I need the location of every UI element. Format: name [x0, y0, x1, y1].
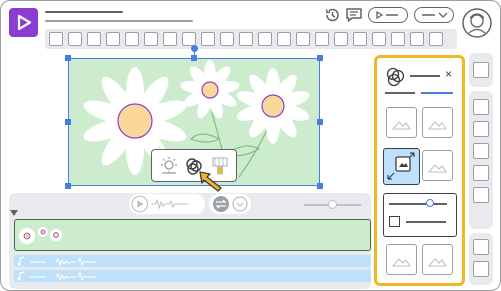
rail-button[interactable]: [473, 187, 489, 203]
resize-handle-top-right[interactable]: [317, 55, 323, 61]
tool-button[interactable]: [353, 32, 367, 46]
history-icon[interactable]: [323, 6, 341, 24]
rail-button[interactable]: [473, 261, 489, 277]
tool-button[interactable]: [239, 32, 253, 46]
image-placeholder-icon: [391, 258, 412, 267]
toolbar: [45, 29, 457, 49]
close-icon[interactable]: ×: [445, 67, 452, 81]
tool-button[interactable]: [220, 32, 234, 46]
tab-effects[interactable]: [385, 92, 415, 94]
intensity-slider-track[interactable]: [389, 203, 447, 205]
effect-thumbnail[interactable]: [422, 244, 453, 275]
effect-thumbnail[interactable]: [422, 150, 453, 181]
rail-button[interactable]: [473, 121, 489, 137]
avatar-icon[interactable]: [461, 7, 493, 39]
tool-button[interactable]: [296, 32, 310, 46]
adjust-icon[interactable]: [159, 156, 179, 176]
resize-handle-bottom-left[interactable]: [65, 183, 71, 189]
rotate-handle[interactable]: [191, 45, 198, 52]
app-logo[interactable]: [9, 8, 38, 37]
effect-thumbnail[interactable]: [422, 107, 453, 138]
right-rail-section: [469, 233, 493, 285]
tool-button[interactable]: [372, 32, 386, 46]
play-triangle-logo-icon: [17, 14, 32, 31]
video-clip-track[interactable]: [14, 219, 371, 251]
panel-title-placeholder: [410, 75, 440, 77]
effect-thumbnail[interactable]: [386, 244, 417, 275]
audio-track[interactable]: [14, 270, 371, 282]
effect-thumbnail[interactable]: [386, 107, 417, 138]
tool-button[interactable]: [410, 32, 424, 46]
tab-active-indicator[interactable]: [421, 92, 453, 94]
tool-button[interactable]: [125, 32, 139, 46]
play-preview-icon: [376, 10, 398, 20]
rail-button[interactable]: [473, 165, 489, 181]
tool-button[interactable]: [68, 32, 82, 46]
music-note-icon: [17, 256, 96, 266]
audio-track[interactable]: [14, 255, 371, 267]
tool-button[interactable]: [315, 32, 329, 46]
right-rail-section: [469, 53, 493, 87]
rail-button[interactable]: [473, 99, 489, 115]
play-preview-button[interactable]: [368, 7, 408, 23]
resize-handle-right[interactable]: [317, 119, 323, 125]
timeline-swap-control[interactable]: [209, 194, 251, 214]
rail-button[interactable]: [473, 239, 489, 255]
tool-button[interactable]: [277, 32, 291, 46]
tool-button[interactable]: [106, 32, 120, 46]
intensity-slider-thumb[interactable]: [426, 199, 434, 207]
music-note-icon: [17, 271, 96, 281]
resize-icon: [387, 152, 415, 180]
tool-button[interactable]: [87, 32, 101, 46]
image-placeholder-icon: [427, 258, 448, 267]
effects-panel: ×: [374, 55, 465, 286]
resize-handle-left[interactable]: [65, 119, 71, 125]
image-placeholder-icon: [391, 121, 412, 130]
image-placeholder-icon: [427, 164, 448, 173]
checkbox-label-placeholder: [406, 221, 446, 223]
tool-button[interactable]: [182, 32, 196, 46]
tool-button[interactable]: [144, 32, 158, 46]
clip-thumbnail: [19, 227, 62, 244]
play-icon: [131, 195, 189, 213]
document-subtitle-placeholder: [45, 20, 193, 22]
zoom-slider-thumb[interactable]: [328, 200, 337, 209]
tool-button[interactable]: [163, 32, 177, 46]
effect-settings-box: [383, 193, 457, 237]
effects-icon: [386, 67, 405, 87]
document-title-placeholder: [45, 11, 123, 13]
right-rail-section: [469, 91, 493, 229]
tool-button[interactable]: [49, 32, 63, 46]
swap-icon: [213, 196, 248, 212]
tool-button[interactable]: [258, 32, 272, 46]
dropdown-icon: [422, 12, 448, 18]
share-dropdown-button[interactable]: [414, 7, 454, 23]
timeline-play-control[interactable]: [129, 194, 205, 214]
collapse-icon[interactable]: [10, 209, 18, 217]
image-placeholder-icon: [427, 121, 448, 130]
video-editor-window: ×: [0, 0, 501, 291]
effect-thumbnail-selected[interactable]: [383, 148, 420, 185]
resize-handle-top-left[interactable]: [65, 55, 71, 61]
resize-handle-bottom-right[interactable]: [317, 183, 323, 189]
checkbox-icon[interactable]: [389, 216, 400, 227]
pointer-arrow-icon: [199, 171, 222, 192]
rail-button[interactable]: [473, 62, 489, 78]
comment-icon[interactable]: [345, 6, 363, 24]
tool-button[interactable]: [201, 32, 215, 46]
rail-button[interactable]: [473, 143, 489, 159]
tool-button[interactable]: [334, 32, 348, 46]
tool-button[interactable]: [429, 32, 443, 46]
tool-button[interactable]: [391, 32, 405, 46]
